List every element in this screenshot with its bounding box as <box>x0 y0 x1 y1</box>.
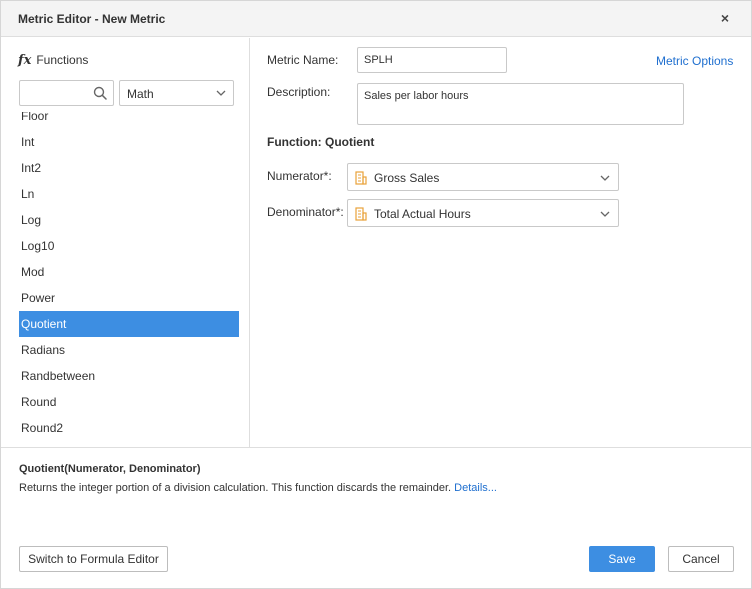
function-list-item[interactable]: Radians <box>19 337 239 363</box>
denominator-value: Total Actual Hours <box>374 207 471 221</box>
numerator-label: Numerator*: <box>267 169 332 183</box>
numerator-value: Gross Sales <box>374 171 440 185</box>
close-button[interactable]: × <box>717 9 733 27</box>
data-field-icon <box>355 207 367 221</box>
function-list-item[interactable]: Log <box>19 207 239 233</box>
divider <box>1 447 751 448</box>
denominator-select[interactable]: Total Actual Hours <box>347 199 619 227</box>
function-list-item[interactable]: Randbetween <box>19 363 239 389</box>
function-list-item[interactable]: Floor <box>19 112 239 129</box>
function-list-item[interactable]: Int2 <box>19 155 239 181</box>
function-list-items: Floor Int Int2 Ln Log Log10 Mod Power Quotient Ra… <box>19 112 239 441</box>
function-search-input[interactable] <box>24 84 88 102</box>
chevron-down-icon <box>216 90 226 96</box>
description-label: Description: <box>267 85 331 99</box>
function-list-item[interactable]: Int <box>19 129 239 155</box>
function-list-item[interactable]: Round <box>19 389 239 415</box>
function-description: Returns the integer portion of a divisio… <box>19 482 452 494</box>
metric-name-input[interactable] <box>357 47 507 73</box>
dialog-title: Metric Editor - New Metric <box>18 12 166 26</box>
metric-name-label: Metric Name: <box>267 53 339 67</box>
function-list-item[interactable]: Mod <box>19 259 239 285</box>
function-signature: Quotient(Numerator, Denominator) <box>19 463 201 475</box>
metric-form: Metric Name: Metric Options Description:… <box>251 38 751 447</box>
functions-header: fx Functions <box>18 52 88 68</box>
functions-title: Functions <box>36 53 89 67</box>
function-description-row: Returns the integer portion of a divisio… <box>19 482 497 494</box>
function-list-item[interactable]: Log10 <box>19 233 239 259</box>
metric-editor-dialog: Metric Editor - New Metric × fx Function… <box>0 0 752 589</box>
description-textarea[interactable] <box>357 83 684 125</box>
cancel-button[interactable]: Cancel <box>668 546 734 572</box>
denominator-label: Denominator*: <box>267 205 344 219</box>
function-list-item[interactable]: Power <box>19 285 239 311</box>
function-search-box[interactable] <box>19 80 114 106</box>
function-title: Function: Quotient <box>267 135 375 149</box>
category-selected-value: Math <box>127 87 154 101</box>
function-list-item[interactable]: Ln <box>19 181 239 207</box>
search-icon[interactable] <box>93 86 107 100</box>
title-bar: Metric Editor - New Metric × <box>1 1 751 37</box>
switch-to-formula-editor-button[interactable]: Switch to Formula Editor <box>19 546 168 572</box>
function-list-item[interactable]: Quotient <box>19 311 239 337</box>
details-link[interactable]: Details... <box>454 482 497 494</box>
chevron-down-icon <box>600 175 610 181</box>
chevron-down-icon <box>600 211 610 217</box>
metric-options-link[interactable]: Metric Options <box>656 54 733 68</box>
save-button[interactable]: Save <box>589 546 655 572</box>
function-fx-icon: fx <box>18 52 32 68</box>
functions-sidebar: fx Functions Math Floor Int Int2 Ln Log Log10… <box>1 38 250 447</box>
data-field-icon <box>355 171 367 185</box>
function-category-select[interactable]: Math <box>119 80 234 106</box>
numerator-select[interactable]: Gross Sales <box>347 163 619 191</box>
function-list[interactable]: Floor Int Int2 Ln Log Log10 Mod Power Quotient Ra… <box>19 112 240 447</box>
function-list-item[interactable]: Round2 <box>19 415 239 441</box>
